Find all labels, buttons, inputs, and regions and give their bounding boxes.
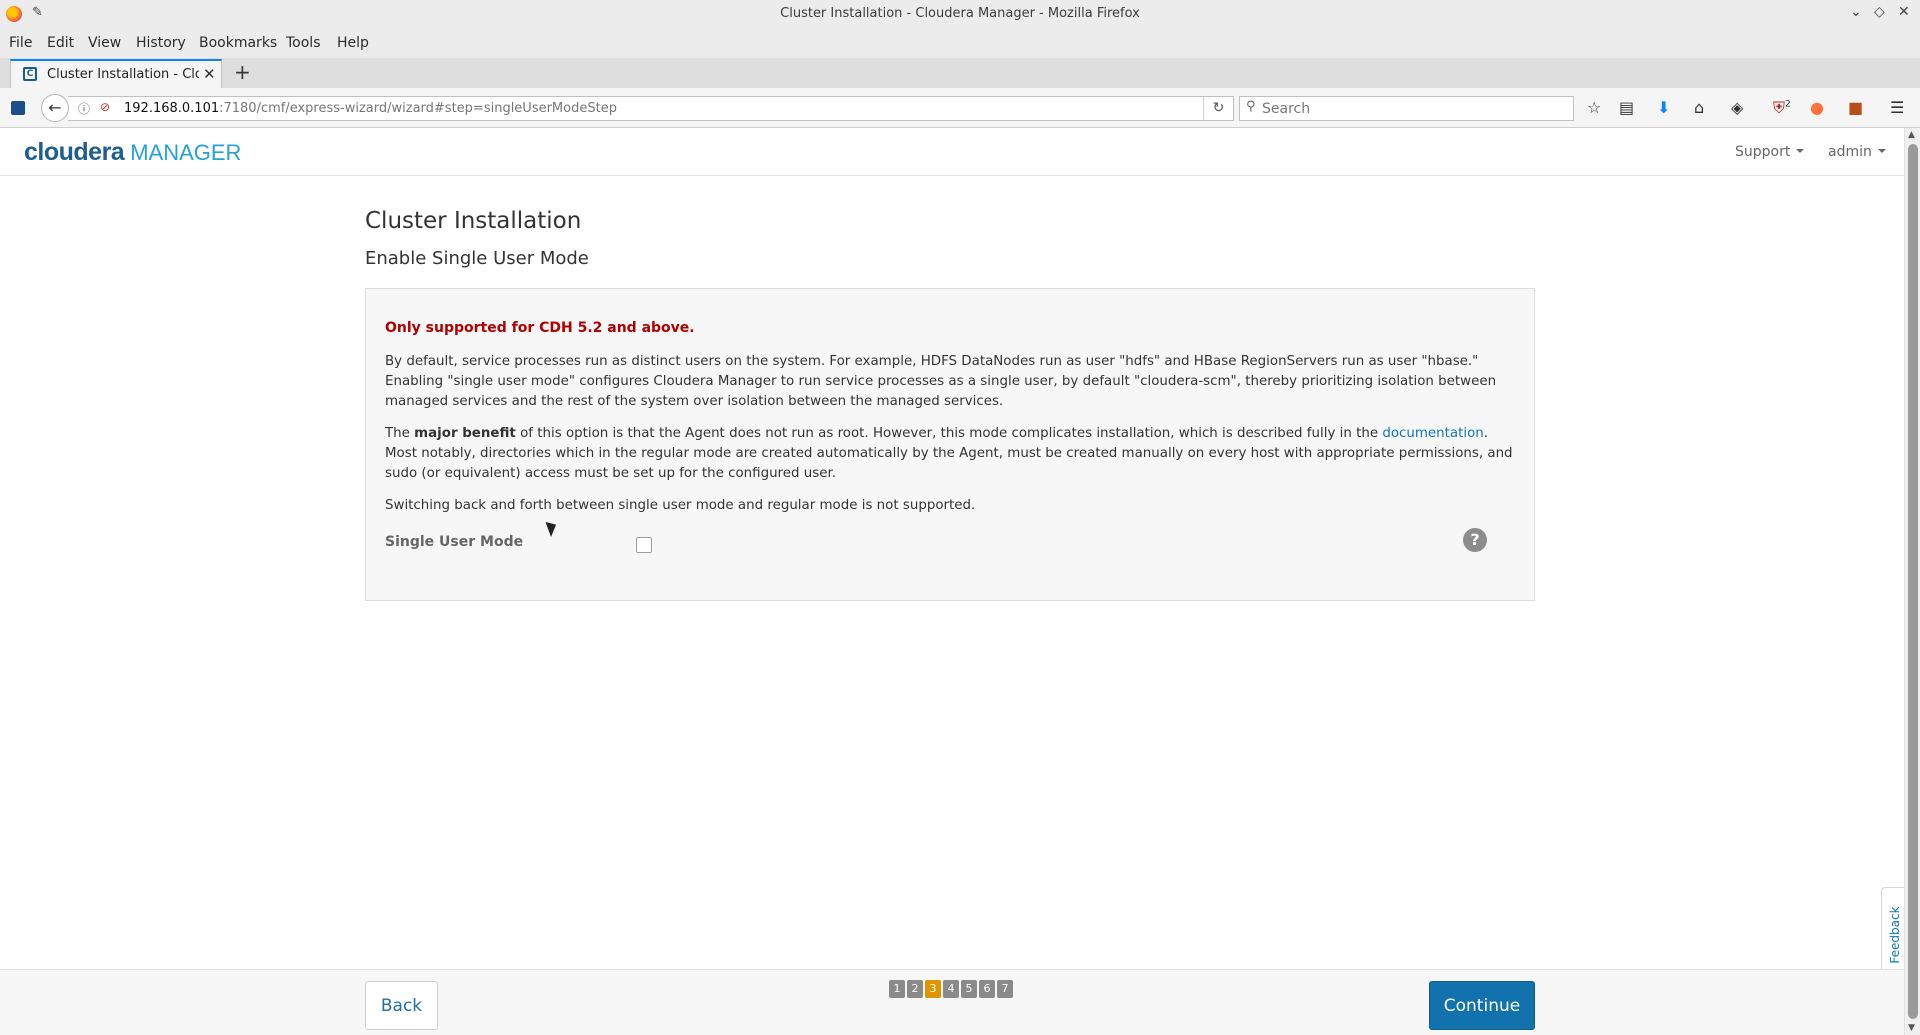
hamburger-menu-icon[interactable]: ☰ [1890, 98, 1904, 117]
minimize-icon[interactable]: ⌄ [1850, 4, 1862, 20]
step-5: 5 [961, 980, 977, 998]
menu-view[interactable]: View [88, 35, 121, 51]
search-icon: ⚲ [1246, 99, 1256, 114]
back-button[interactable]: Back [365, 981, 438, 1030]
back-arrow-icon[interactable]: ← [41, 94, 69, 122]
site-info-icon[interactable]: ⓘ [78, 100, 90, 117]
new-tab-icon[interactable]: + [234, 60, 251, 84]
ublock-count-badge: 2 [1785, 99, 1791, 110]
cdh-version-warning: Only supported for CDH 5.2 and above. [385, 320, 695, 336]
chevron-down-icon [1796, 149, 1805, 153]
duckduckgo-icon[interactable]: ● [1810, 98, 1824, 117]
step-1: 1 [889, 980, 905, 998]
single-user-mode-checkbox[interactable] [636, 537, 652, 553]
downloads-icon[interactable]: ⬇ [1657, 98, 1670, 117]
reading-list-icon[interactable]: ▤ [1619, 98, 1634, 117]
extension-icon[interactable]: ■ [1848, 98, 1863, 117]
page-scrollbar[interactable]: ▲ ▼ [1904, 128, 1920, 1035]
page-title: Cluster Installation [365, 208, 582, 234]
support-label: Support [1735, 144, 1791, 160]
home-icon[interactable]: ⌂ [1694, 98, 1704, 117]
user-label: admin [1828, 144, 1872, 160]
tab-bar: C Cluster Installation - Cloudera Manage… [0, 58, 1920, 88]
single-user-mode-label: Single User Mode [385, 534, 524, 550]
scroll-up-icon[interactable]: ▲ [1908, 130, 1915, 140]
menu-bar: File Edit View History Bookmarks Tools H… [0, 29, 1920, 58]
navigation-toolbar: ⓘ ⊘ 192.168.0.101:7180/cmf/express-wizar… [0, 88, 1920, 128]
chevron-down-icon [1877, 149, 1886, 153]
menu-tools[interactable]: Tools [286, 35, 321, 51]
step-title: Enable Single User Mode [365, 248, 589, 269]
single-user-mode-panel: Only supported for CDH 5.2 and above. By… [365, 288, 1535, 601]
para2-mid: of this option is that the Agent does no… [515, 426, 1383, 441]
menu-bookmarks[interactable]: Bookmarks [199, 35, 277, 51]
ublock-icon[interactable]: ⛨2 [1773, 98, 1791, 118]
logo-cloudera: cloudera [24, 138, 125, 166]
step-4: 4 [943, 980, 959, 998]
reload-icon[interactable]: ↻ [1203, 97, 1233, 120]
description-paragraph-3: Switching back and forth between single … [385, 498, 976, 513]
tab-close-icon[interactable]: ✕ [203, 65, 216, 83]
pocket-icon[interactable]: ◈ [1731, 98, 1743, 117]
address-bar[interactable]: ⓘ ⊘ 192.168.0.101:7180/cmf/express-wizar… [68, 96, 1234, 121]
para2-pre: The [385, 426, 415, 441]
user-menu[interactable]: admin [1828, 144, 1886, 160]
documentation-link[interactable]: documentation [1382, 426, 1483, 441]
menu-edit[interactable]: Edit [47, 35, 74, 51]
url-path: :7180/cmf/express-wizard/wizard#step=sin… [219, 101, 617, 116]
cloudera-favicon-icon: C [23, 67, 37, 81]
step-6: 6 [979, 980, 995, 998]
feedback-label: Feedback [1888, 906, 1902, 964]
step-7: 7 [997, 980, 1013, 998]
tab-label: Cluster Installation - Cloudera Manager [47, 67, 199, 82]
menu-history[interactable]: History [136, 35, 186, 51]
maximize-icon[interactable]: ◇ [1874, 4, 1885, 20]
description-paragraph-2: The major benefit of this option is that… [385, 424, 1515, 484]
cloudera-manager-logo[interactable]: cloudera MANAGER [24, 138, 241, 167]
search-bar[interactable]: ⚲ [1239, 96, 1574, 121]
close-icon[interactable]: ✕ [1898, 4, 1910, 20]
wizard-content: Cluster Installation Enable Single User … [365, 208, 1535, 601]
window-title: Cluster Installation - Cloudera Manager … [780, 6, 1140, 21]
url-text: 192.168.0.101:7180/cmf/express-wizard/wi… [124, 101, 617, 116]
menu-help[interactable]: Help [337, 35, 369, 51]
bookmark-star-icon[interactable]: ☆ [1587, 98, 1601, 117]
sidebar-extension-icon[interactable] [11, 101, 25, 115]
noscript-icon[interactable]: ⊘ [100, 100, 110, 114]
search-input[interactable] [1262, 99, 1562, 118]
description-paragraph-1: By default, service processes run as dis… [385, 354, 1497, 409]
support-menu[interactable]: Support [1735, 144, 1805, 160]
menu-file[interactable]: File [9, 35, 32, 51]
scroll-down-icon[interactable]: ▼ [1908, 1023, 1915, 1033]
help-icon[interactable]: ? [1463, 528, 1487, 552]
wizard-footer: Back 1 2 3 4 5 6 7 Continue [0, 969, 1904, 1035]
scrollbar-thumb[interactable] [1908, 144, 1918, 1019]
window-titlebar: ✎ Cluster Installation - Cloudera Manage… [0, 0, 1920, 29]
major-benefit-text: major benefit [414, 426, 516, 441]
cloudera-header: cloudera MANAGER Support admin [0, 128, 1904, 176]
step-3-current: 3 [925, 980, 941, 998]
page-content: cloudera MANAGER Support admin Cluster In… [0, 128, 1904, 1035]
tab-cluster-installation[interactable]: C Cluster Installation - Cloudera Manage… [10, 59, 222, 88]
step-2: 2 [907, 980, 923, 998]
url-host: 192.168.0.101 [124, 101, 220, 116]
continue-button[interactable]: Continue [1429, 981, 1535, 1030]
logo-manager: MANAGER [130, 140, 242, 165]
